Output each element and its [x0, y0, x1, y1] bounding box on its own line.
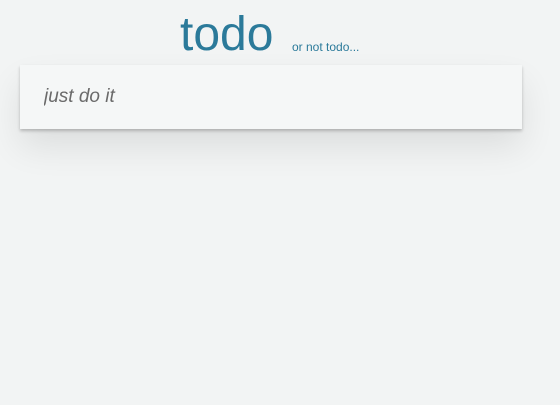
- app-title: todo: [180, 8, 274, 61]
- app-subtitle: or not todo...: [292, 40, 360, 54]
- new-todo-input[interactable]: [20, 65, 522, 129]
- app-header: todo or not todo...: [0, 0, 560, 64]
- new-todo-card: [20, 65, 522, 129]
